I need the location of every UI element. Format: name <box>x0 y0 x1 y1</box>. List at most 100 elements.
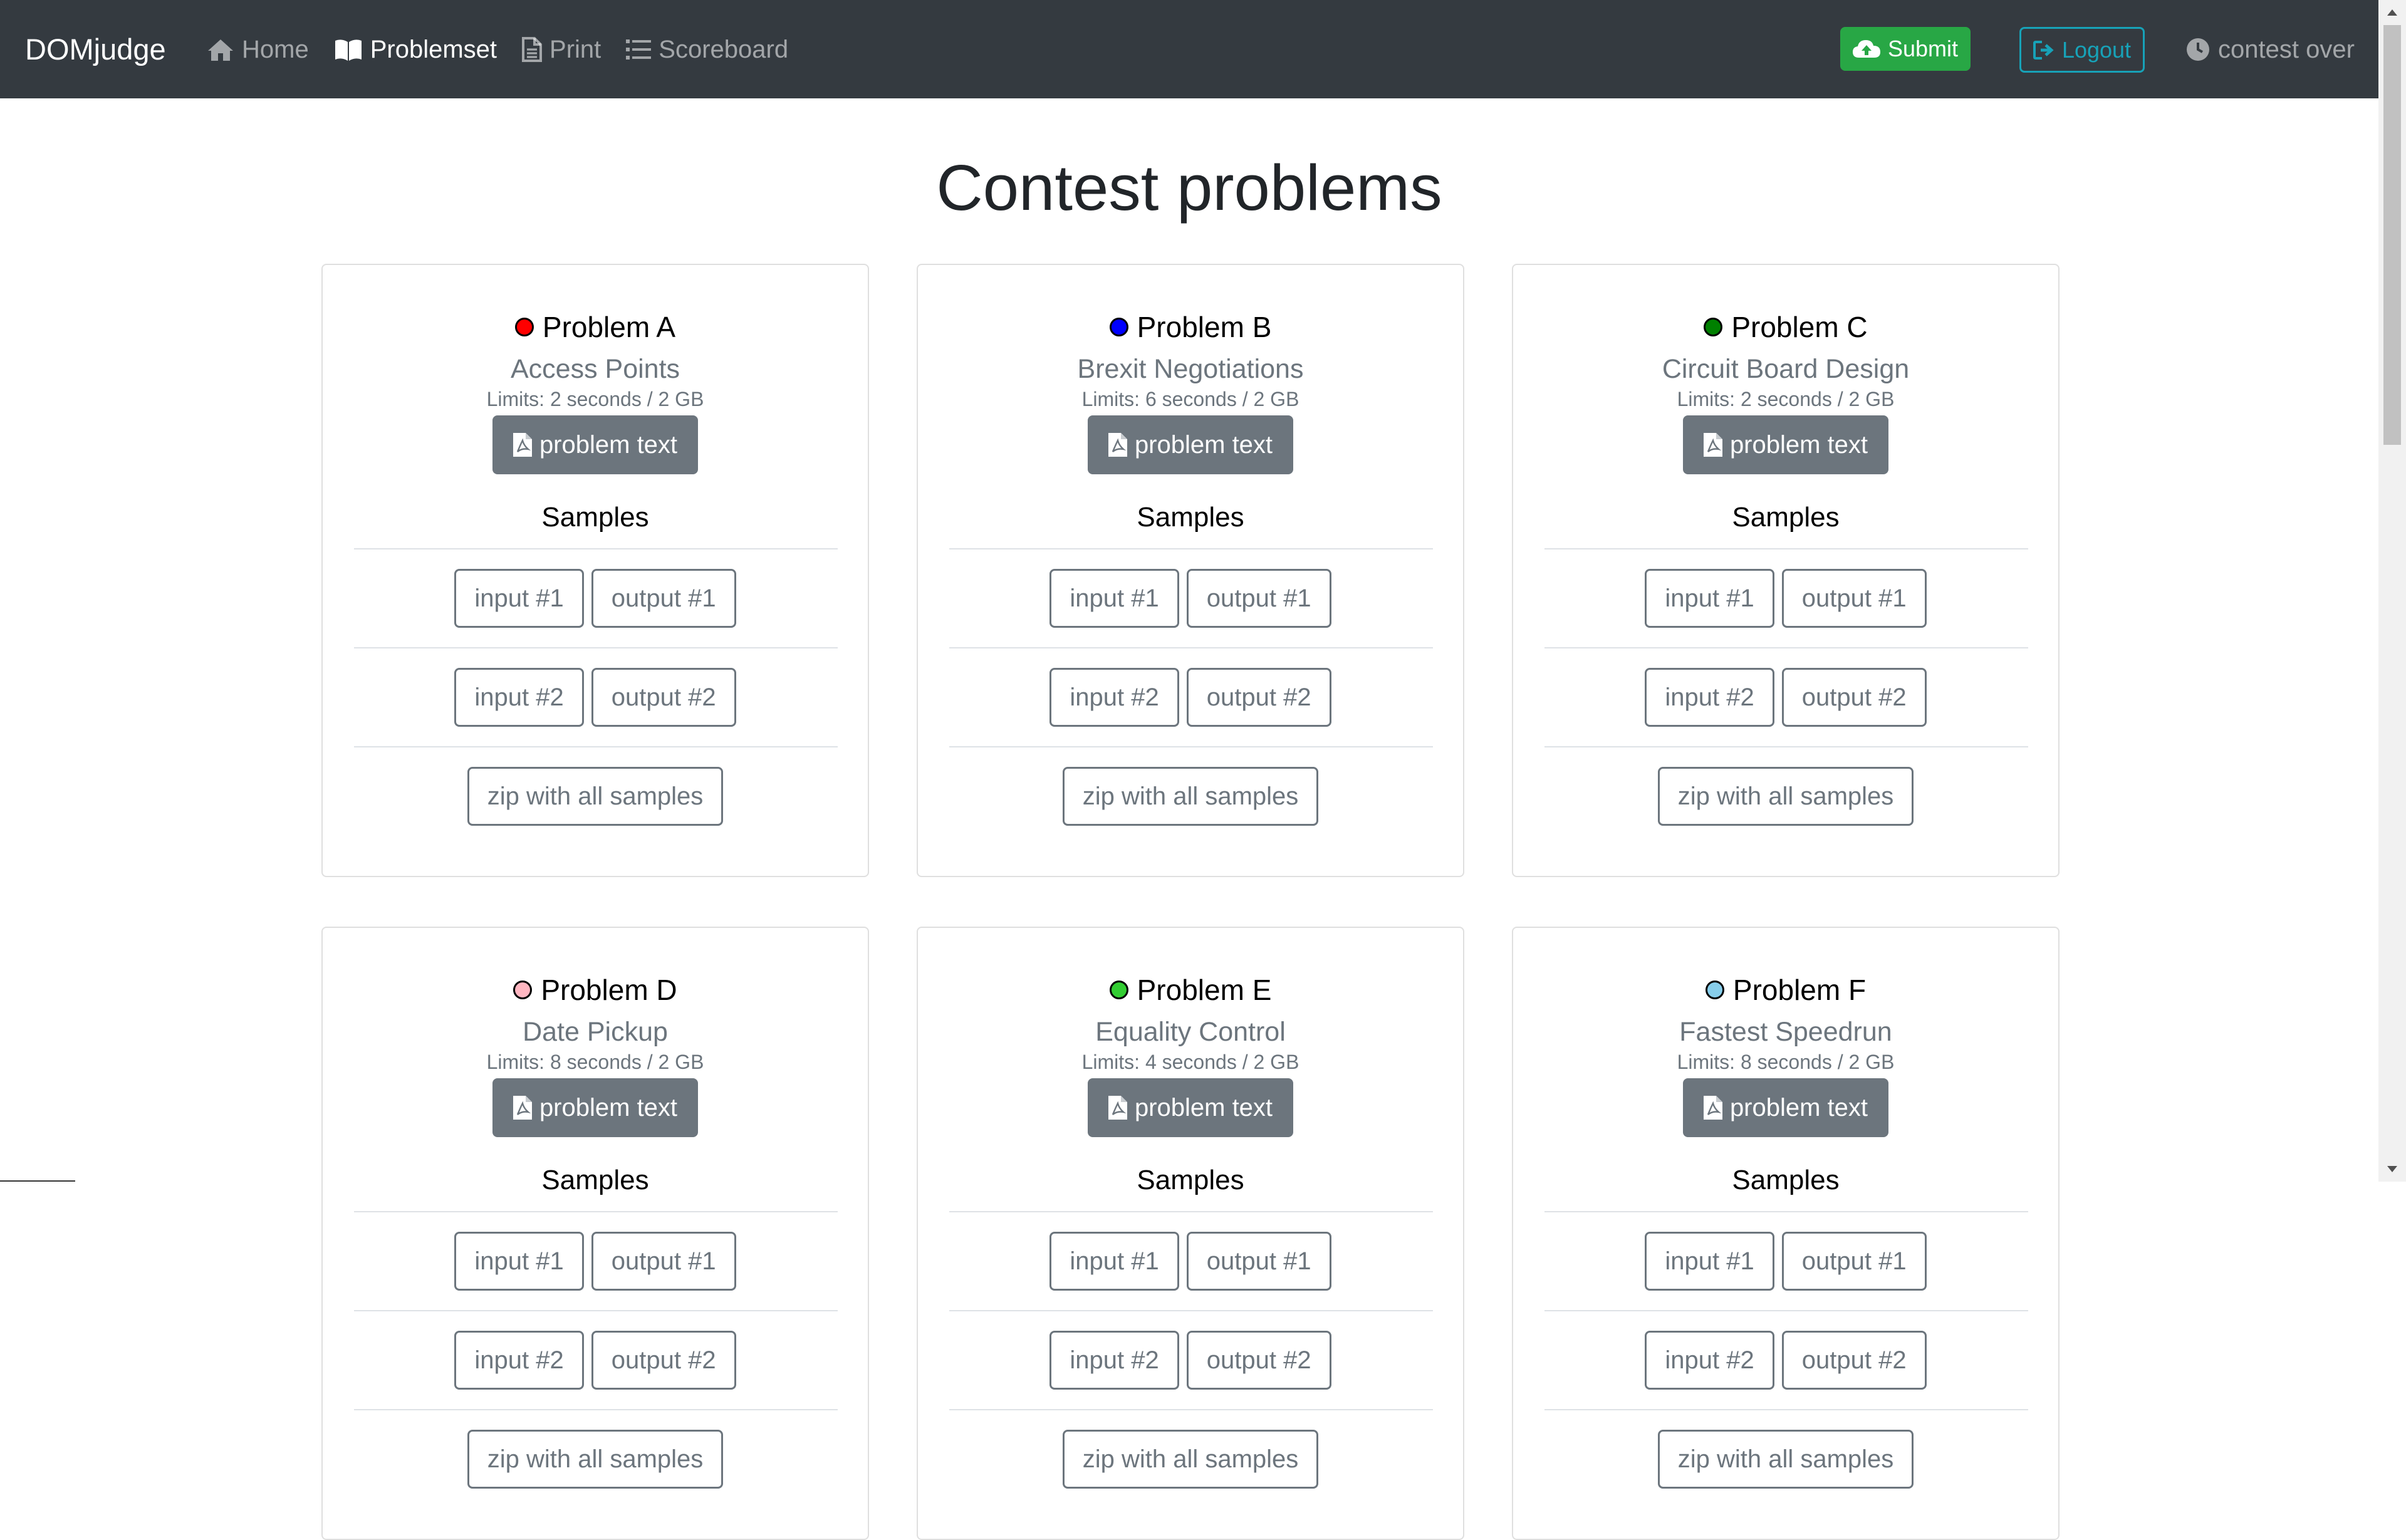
problem-text-label: problem text <box>1729 430 1868 459</box>
file-pdf-icon <box>1108 433 1127 457</box>
sample-output-2-button[interactable]: output #2 <box>591 668 736 727</box>
sample-output-1-button[interactable]: output #1 <box>1186 569 1331 628</box>
scrollbar-thumb[interactable] <box>2383 25 2401 445</box>
zip-samples-button[interactable]: zip with all samples <box>467 1430 724 1489</box>
sample-input-2-button[interactable]: input #2 <box>1645 1331 1774 1390</box>
file-pdf-icon <box>513 1096 532 1120</box>
sample-output-2-button[interactable]: output #2 <box>1781 1331 1927 1390</box>
sample-output-1-button[interactable]: output #1 <box>1781 1232 1927 1291</box>
samples-heading: Samples <box>1732 1165 1840 1195</box>
divider <box>949 1409 1433 1410</box>
problem-text-label: problem text <box>1134 1093 1273 1121</box>
nav-problemset[interactable]: Problemset <box>334 31 497 68</box>
scroll-up-icon[interactable] <box>2378 0 2406 25</box>
problem-limits: Limits: 8 seconds / 2 GB <box>486 1051 704 1073</box>
divider <box>354 1211 838 1212</box>
problem-text-button[interactable]: problem text <box>1683 1078 1888 1137</box>
divider <box>1544 1409 2028 1410</box>
problem-text-label: problem text <box>1134 430 1273 459</box>
problem-label: Problem D <box>541 974 677 1006</box>
zip-samples-button[interactable]: zip with all samples <box>1062 1430 1319 1489</box>
divider <box>354 1409 838 1410</box>
sample-input-2-button[interactable]: input #2 <box>454 668 584 727</box>
sample-input-1-button[interactable]: input #1 <box>1645 1232 1774 1291</box>
zip-samples-button[interactable]: zip with all samples <box>467 767 724 826</box>
sample-input-2-button[interactable]: input #2 <box>454 1331 584 1390</box>
logout-button[interactable]: Logout <box>2019 27 2145 73</box>
problem-name: Fastest Speedrun <box>1679 1017 1892 1047</box>
problem-label: Problem B <box>1137 311 1272 343</box>
contest-status-label: contest over <box>2218 36 2355 63</box>
sample-row-2: input #2 output #2 <box>1513 1331 2058 1390</box>
problem-name: Equality Control <box>1095 1017 1286 1047</box>
sample-output-2-button[interactable]: output #2 <box>1186 668 1331 727</box>
problem-limits: Limits: 2 seconds / 2 GB <box>1677 388 1895 410</box>
scroll-down-icon[interactable] <box>2378 1157 2406 1182</box>
nav-print-label: Print <box>549 36 602 63</box>
divider <box>354 548 838 549</box>
problem-text-button[interactable]: problem text <box>1683 415 1888 474</box>
sample-row-2: input #2 output #2 <box>323 1331 868 1390</box>
divider <box>1544 1211 2028 1212</box>
file-pdf-icon <box>1108 1096 1127 1120</box>
sample-output-1-button[interactable]: output #1 <box>591 1232 736 1291</box>
problem-text-button[interactable]: problem text <box>492 415 698 474</box>
contest-status: contest over <box>2185 31 2355 68</box>
sample-input-2-button[interactable]: input #2 <box>1049 1331 1179 1390</box>
zip-samples-button[interactable]: zip with all samples <box>1657 767 1914 826</box>
nav-print[interactable]: Print <box>522 31 601 68</box>
submit-button[interactable]: Submit <box>1840 27 1971 71</box>
sample-output-1-button[interactable]: output #1 <box>1781 569 1927 628</box>
sample-output-1-button[interactable]: output #1 <box>591 569 736 628</box>
divider <box>949 1310 1433 1311</box>
logout-label: Logout <box>2061 36 2132 63</box>
sample-input-2-button[interactable]: input #2 <box>1049 668 1179 727</box>
problem-text-label: problem text <box>539 1093 678 1121</box>
sample-output-1-button[interactable]: output #1 <box>1186 1232 1331 1291</box>
nav-links: Home Problemset Print Scoreboard <box>207 31 813 68</box>
page-title: Contest problems <box>936 152 1442 224</box>
samples-heading: Samples <box>541 502 649 533</box>
nav-scoreboard-label: Scoreboard <box>659 36 789 63</box>
samples-heading: Samples <box>1137 1165 1244 1195</box>
problem-label: Problem A <box>542 311 676 343</box>
divider <box>354 647 838 648</box>
sign-out-icon <box>2033 40 2056 60</box>
problem-text-button[interactable]: problem text <box>1088 415 1293 474</box>
problem-card-b: Problem B Brexit Negotiations Limits: 6 … <box>917 264 1464 877</box>
sample-input-1-button[interactable]: input #1 <box>454 1232 584 1291</box>
problem-header: Problem E <box>918 972 1463 1007</box>
sample-row-1: input #1 output #1 <box>323 1232 868 1291</box>
sample-output-2-button[interactable]: output #2 <box>1186 1331 1331 1390</box>
sample-row-1: input #1 output #1 <box>1513 1232 2058 1291</box>
problem-label: Problem C <box>1731 311 1868 343</box>
zip-samples-button[interactable]: zip with all samples <box>1062 767 1319 826</box>
problem-header: Problem F <box>1513 972 2058 1007</box>
sample-output-2-button[interactable]: output #2 <box>591 1331 736 1390</box>
divider <box>354 746 838 747</box>
sample-output-2-button[interactable]: output #2 <box>1781 668 1927 727</box>
file-pdf-icon <box>1703 1096 1722 1120</box>
problem-card-a: Problem A Access Points Limits: 2 second… <box>321 264 869 877</box>
vertical-scrollbar[interactable] <box>2378 0 2406 1182</box>
problem-color-badge <box>1704 318 1723 336</box>
nav-scoreboard[interactable]: Scoreboard <box>626 31 788 68</box>
sample-zip-row: zip with all samples <box>323 767 868 826</box>
sample-input-1-button[interactable]: input #1 <box>1049 1232 1179 1291</box>
problem-limits: Limits: 4 seconds / 2 GB <box>1081 1051 1299 1073</box>
sample-input-1-button[interactable]: input #1 <box>454 569 584 628</box>
problem-text-button[interactable]: problem text <box>1088 1078 1293 1137</box>
sample-input-1-button[interactable]: input #1 <box>1645 569 1774 628</box>
sample-input-2-button[interactable]: input #2 <box>1645 668 1774 727</box>
problem-label: Problem E <box>1137 974 1272 1006</box>
problem-text-label: problem text <box>539 430 678 459</box>
samples-heading: Samples <box>541 1165 649 1195</box>
problem-text-button[interactable]: problem text <box>492 1078 698 1137</box>
zip-samples-button[interactable]: zip with all samples <box>1657 1430 1914 1489</box>
navbar: DOMjudge Home Problemset Print Scoreboar… <box>0 0 2378 98</box>
sample-input-1-button[interactable]: input #1 <box>1049 569 1179 628</box>
file-pdf-icon <box>513 433 532 457</box>
nav-home[interactable]: Home <box>207 31 309 68</box>
brand-logo[interactable]: DOMjudge <box>25 31 166 68</box>
divider <box>949 548 1433 549</box>
